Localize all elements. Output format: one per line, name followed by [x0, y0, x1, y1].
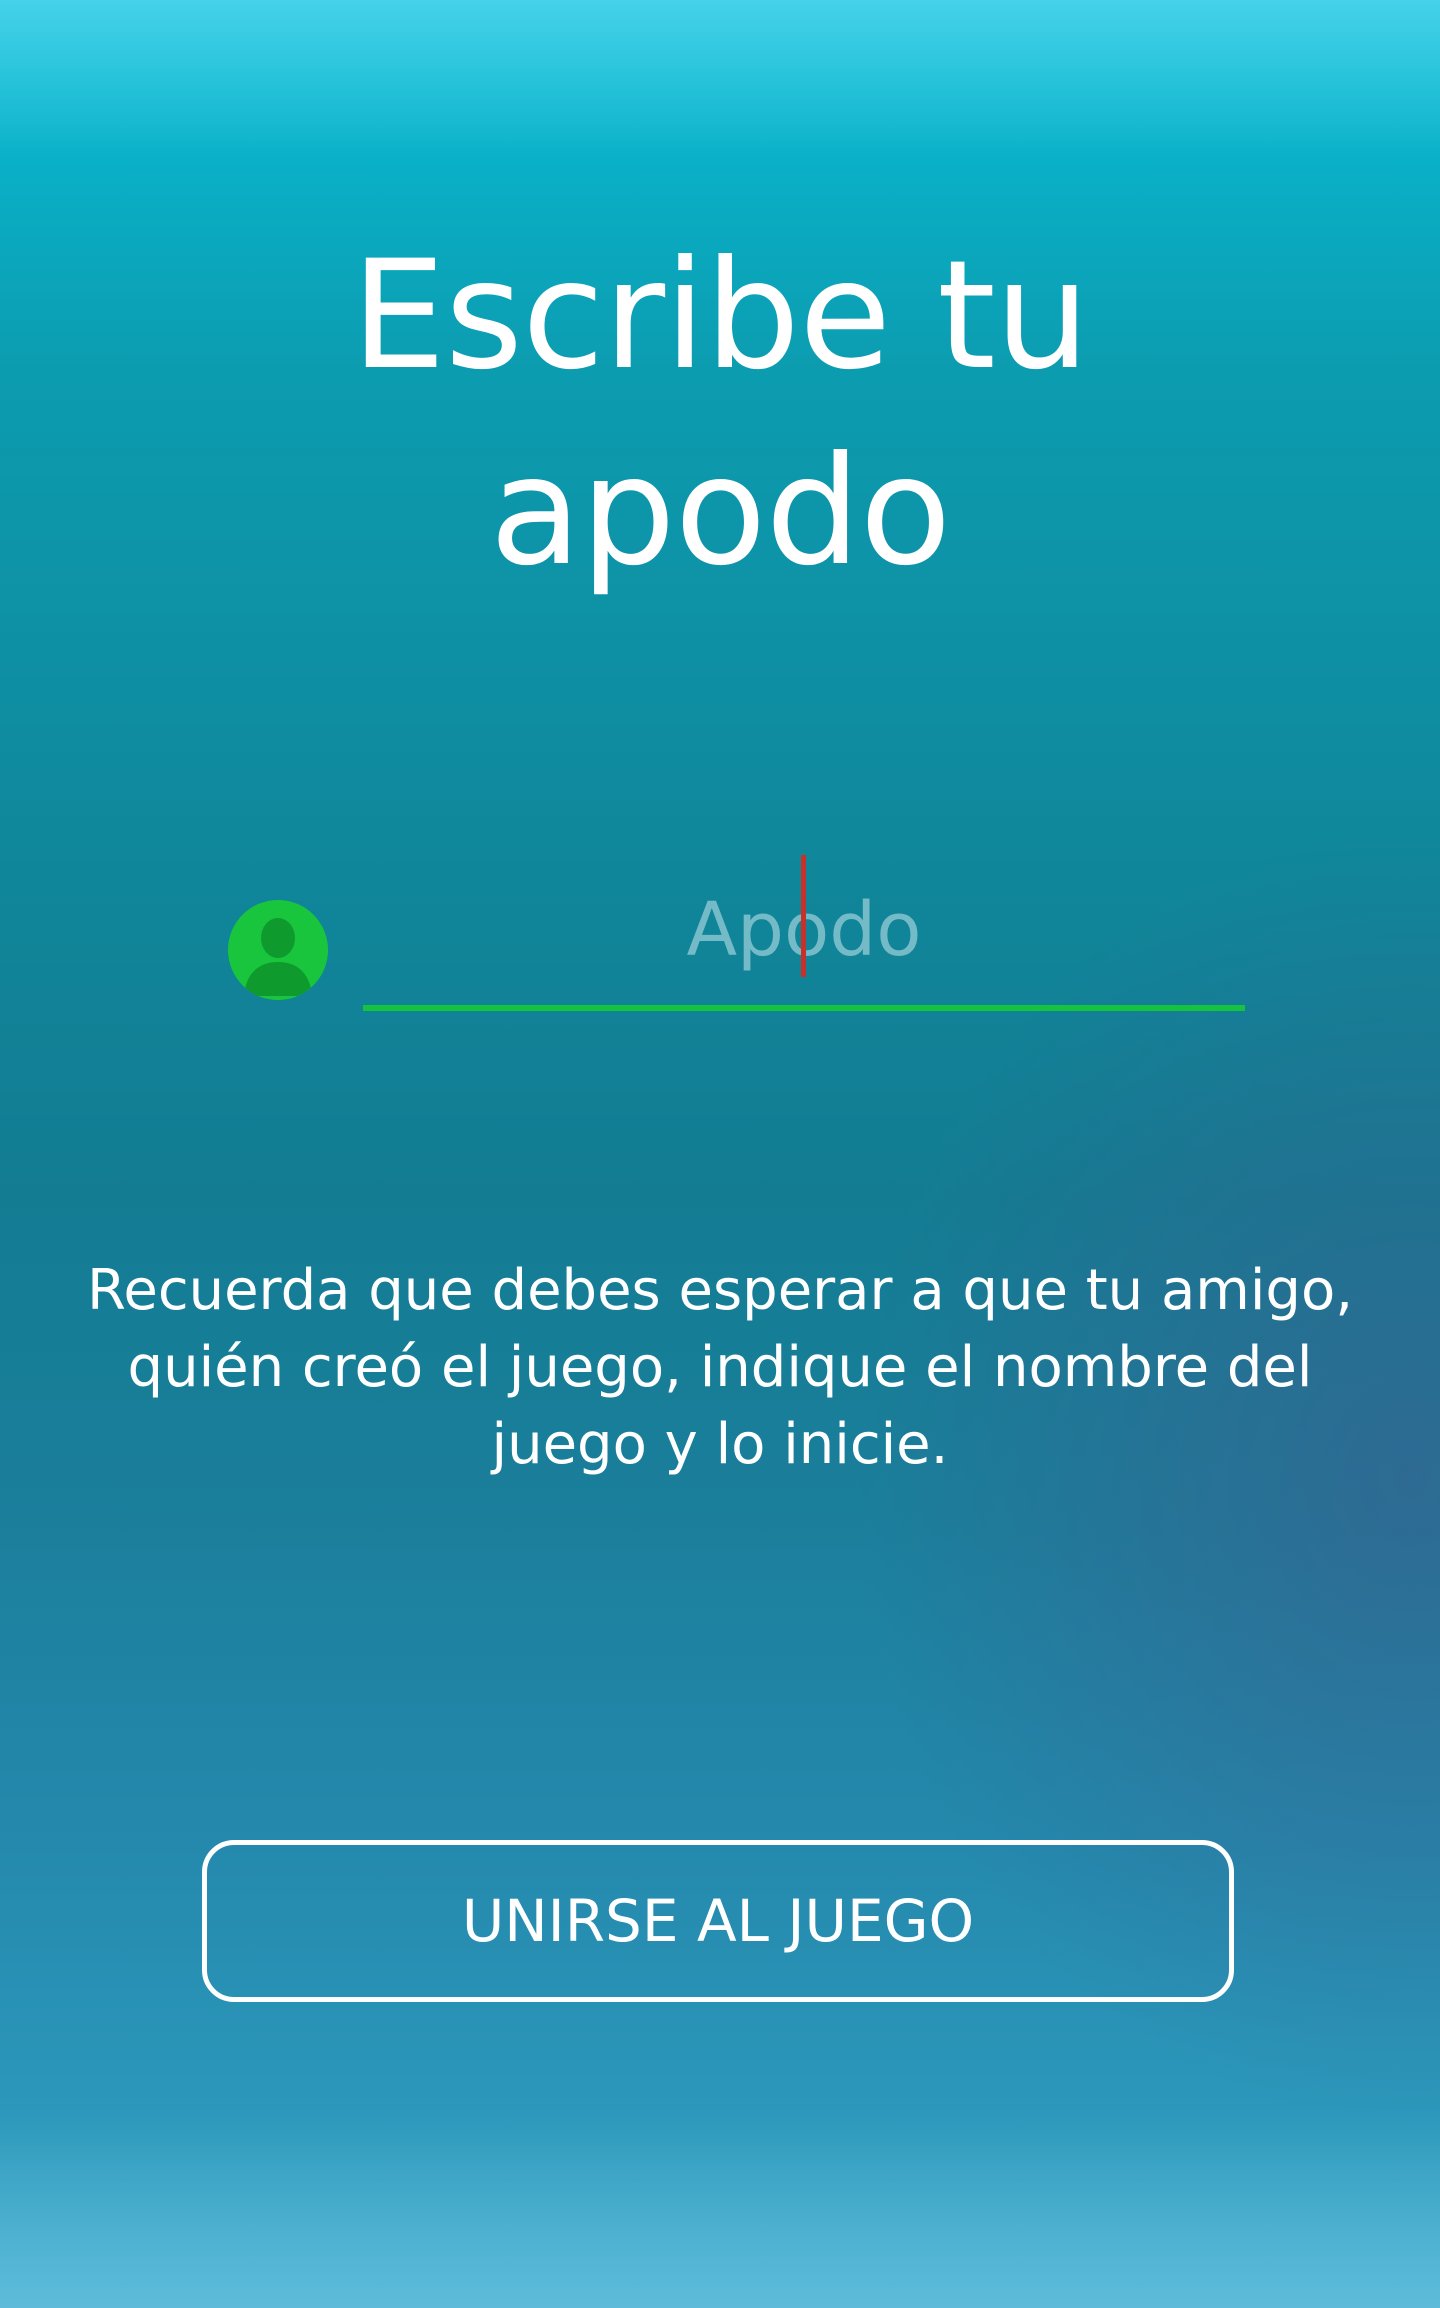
text-caret: [801, 855, 806, 977]
page-title-line-1: Escribe tu: [351, 229, 1090, 403]
page-title: Escribe tu apodo: [0, 218, 1440, 610]
join-game-screen: Escribe tu apodo Recuerda que debes espe…: [0, 0, 1440, 2308]
nickname-field[interactable]: [363, 855, 1245, 1015]
nickname-underline: [363, 1005, 1245, 1011]
user-icon: [228, 900, 328, 1000]
bottom-glow: [0, 2108, 1440, 2308]
join-game-button[interactable]: UNIRSE AL JUEGO: [202, 1840, 1234, 2002]
top-glow: [0, 0, 1440, 160]
hint-text: Recuerda que debes esperar a que tu amig…: [86, 1258, 1354, 1477]
page-title-line-2: apodo: [489, 425, 952, 599]
user-icon-graphic: [228, 900, 328, 1000]
